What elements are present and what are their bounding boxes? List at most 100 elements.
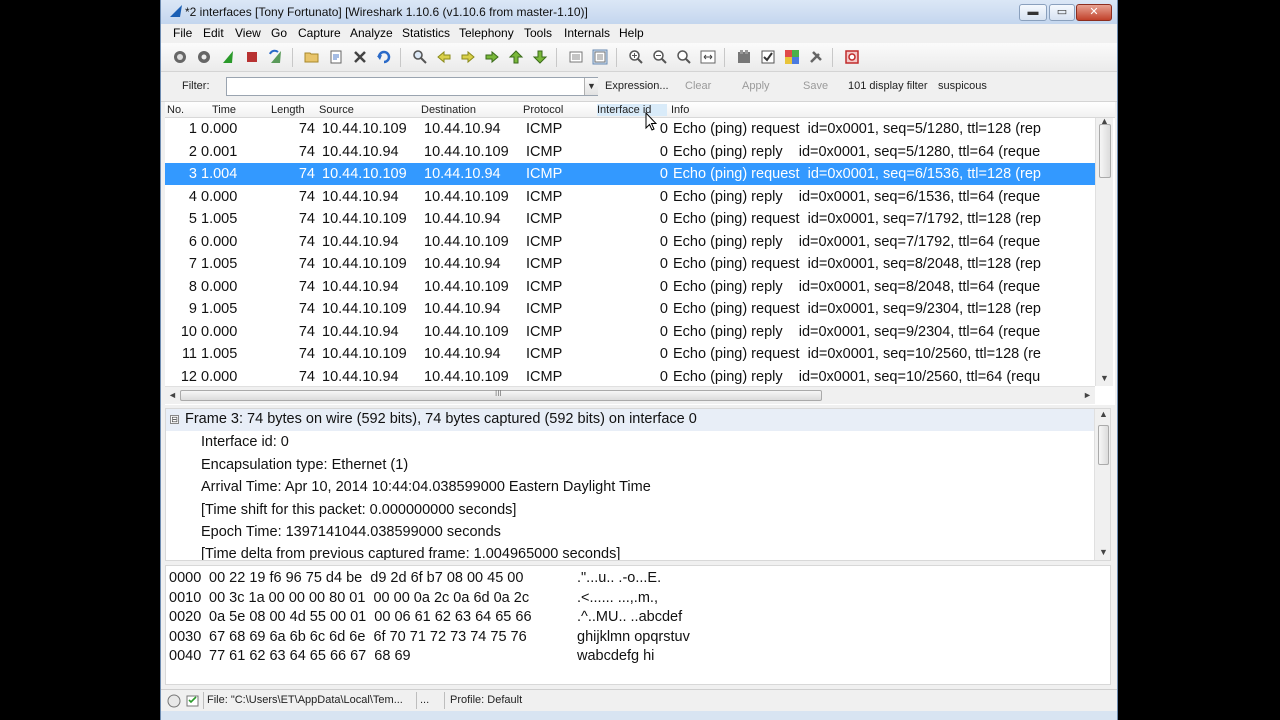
packet-list-horizontal-scrollbar[interactable]: ◄ III ► xyxy=(165,386,1095,404)
scroll-left-icon[interactable]: ◄ xyxy=(168,390,177,400)
packet-row[interactable]: 2 0.001 74 10.44.10.94 10.44.10.109 ICMP 0 Echo… xyxy=(165,141,1095,163)
menu-statistics[interactable]: Statistics xyxy=(402,26,450,40)
detail-line[interactable]: Interface id: 0 xyxy=(201,434,289,450)
column-header-protocol[interactable]: Protocol xyxy=(523,104,563,116)
zoom-in-icon[interactable] xyxy=(628,49,644,65)
expert-info-icon[interactable] xyxy=(167,694,181,708)
close-button[interactable]: ✕ xyxy=(1076,4,1112,21)
menu-analyze[interactable]: Analyze xyxy=(350,26,393,40)
column-header-info[interactable]: Info xyxy=(671,104,689,116)
detail-line[interactable]: Epoch Time: 1397141044.038599000 seconds xyxy=(201,524,501,540)
packet-row[interactable]: 6 0.000 74 10.44.10.94 10.44.10.109 ICMP 0 Echo… xyxy=(165,231,1095,253)
cell-no: 6 xyxy=(188,233,197,250)
detail-line[interactable]: Arrival Time: Apr 10, 2014 10:44:04.0385… xyxy=(201,479,651,495)
close-file-icon[interactable] xyxy=(352,49,368,65)
stop-capture-icon[interactable] xyxy=(244,49,260,65)
packet-row[interactable]: 12 0.000 74 10.44.10.94 10.44.10.109 ICMP 0 Ech… xyxy=(165,366,1095,388)
last-packet-icon[interactable] xyxy=(532,49,548,65)
detail-line[interactable]: [Time delta from previous captured frame… xyxy=(201,546,620,560)
packet-row[interactable]: 11 1.005 74 10.44.10.109 10.44.10.94 ICMP 0 Ech… xyxy=(165,343,1095,365)
hex-row[interactable]: 0000 00 22 19 f6 96 75 d4 be d9 2d 6f b7 … xyxy=(169,570,1099,589)
packet-row[interactable]: 10 0.000 74 10.44.10.94 10.44.10.109 ICMP 0 Ech… xyxy=(165,321,1095,343)
zoom-out-icon[interactable] xyxy=(652,49,668,65)
chevron-down-icon: ▼ xyxy=(587,81,596,91)
packet-row[interactable]: 3 1.004 74 10.44.10.109 10.44.10.94 ICMP 0 Echo… xyxy=(165,163,1095,185)
filter-button-suspicious[interactable]: suspicous xyxy=(938,80,987,92)
interfaces-icon[interactable] xyxy=(172,49,188,65)
menu-internals[interactable]: Internals xyxy=(564,26,610,40)
go-forward-icon[interactable] xyxy=(460,49,476,65)
capture-filters-icon[interactable] xyxy=(736,49,752,65)
column-header-no[interactable]: No. xyxy=(167,104,184,116)
menu-edit[interactable]: Edit xyxy=(203,26,224,40)
hex-row[interactable]: 0030 67 68 69 6a 6b 6c 6d 6e 6f 70 71 72 … xyxy=(169,629,1099,648)
restart-capture-icon[interactable] xyxy=(268,49,284,65)
first-packet-icon[interactable] xyxy=(508,49,524,65)
scroll-up-icon[interactable]: ▲ xyxy=(1099,409,1108,419)
normal-size-icon[interactable] xyxy=(676,49,692,65)
minimize-button[interactable]: ▬ xyxy=(1019,4,1047,21)
profile-indicator[interactable]: Profile: Default xyxy=(450,694,522,706)
scroll-down-icon[interactable]: ▼ xyxy=(1100,373,1109,383)
packet-row[interactable]: 9 1.005 74 10.44.10.109 10.44.10.94 ICMP 0 Echo… xyxy=(165,298,1095,320)
cell-no: 4 xyxy=(188,188,197,205)
menu-capture[interactable]: Capture xyxy=(298,26,341,40)
menu-file[interactable]: File xyxy=(173,26,192,40)
display-filter-input[interactable] xyxy=(226,77,598,96)
display-filters-icon[interactable] xyxy=(760,49,776,65)
detail-line[interactable]: [Time shift for this packet: 0.000000000… xyxy=(201,502,516,518)
packet-row[interactable]: 1 0.000 74 10.44.10.109 10.44.10.94 ICMP 0 Echo… xyxy=(165,118,1095,140)
hex-row[interactable]: 0010 00 3c 1a 00 00 00 80 01 00 00 0a 2c … xyxy=(169,590,1099,609)
menu-tools[interactable]: Tools xyxy=(524,26,552,40)
column-header-time[interactable]: Time xyxy=(212,104,236,116)
expression-button[interactable]: Expression... xyxy=(605,80,669,92)
options-icon[interactable] xyxy=(196,49,212,65)
details-vertical-scrollbar[interactable]: ▲ ▼ xyxy=(1094,409,1110,560)
packet-list-vertical-scrollbar[interactable]: ▲ ▼ xyxy=(1095,116,1113,386)
coloring-rules-icon[interactable] xyxy=(784,49,800,65)
open-file-icon[interactable] xyxy=(304,49,320,65)
menu-help[interactable]: Help xyxy=(619,26,644,40)
save-filter-button[interactable]: Save xyxy=(803,80,828,92)
go-back-icon[interactable] xyxy=(436,49,452,65)
cell-length: 74 xyxy=(298,211,315,227)
capture-comment-icon[interactable] xyxy=(185,693,200,708)
scroll-down-icon[interactable]: ▼ xyxy=(1099,547,1108,557)
go-to-packet-icon[interactable] xyxy=(484,49,500,65)
cell-info: Echo (ping) request id=0x0001, seq=9/230… xyxy=(673,301,1041,317)
column-header-destination[interactable]: Destination xyxy=(421,104,476,116)
preferences-icon[interactable] xyxy=(808,49,824,65)
packet-row[interactable]: 8 0.000 74 10.44.10.94 10.44.10.109 ICMP 0 Echo… xyxy=(165,276,1095,298)
column-header-length[interactable]: Length xyxy=(271,104,305,116)
hex-row[interactable]: 0020 0a 5e 08 00 4d 55 00 01 00 06 61 62 … xyxy=(169,609,1099,628)
packet-row[interactable]: 4 0.000 74 10.44.10.94 10.44.10.109 ICMP 0 Echo… xyxy=(165,186,1095,208)
detail-line[interactable]: Encapsulation type: Ethernet (1) xyxy=(201,457,408,473)
start-capture-icon[interactable] xyxy=(220,49,236,65)
packet-row[interactable]: 7 1.005 74 10.44.10.109 10.44.10.94 ICMP 0 Echo… xyxy=(165,253,1095,275)
help-icon[interactable] xyxy=(844,49,860,65)
frame-tree-item[interactable]: ⊟ Frame 3: 74 bytes on wire (592 bits), … xyxy=(166,409,1094,431)
packet-row[interactable]: 5 1.005 74 10.44.10.109 10.44.10.94 ICMP 0 Echo… xyxy=(165,208,1095,230)
scroll-right-icon[interactable]: ► xyxy=(1083,390,1092,400)
colorize-icon[interactable] xyxy=(568,49,584,65)
clear-button[interactable]: Clear xyxy=(685,80,711,92)
filter-button-101-display-filter[interactable]: 101 display filter xyxy=(848,80,928,92)
scroll-thumb[interactable]: III xyxy=(180,389,822,401)
column-header-source[interactable]: Source xyxy=(319,104,354,116)
menu-view[interactable]: View xyxy=(235,26,261,40)
auto-scroll-icon[interactable] xyxy=(592,49,608,65)
scroll-thumb[interactable] xyxy=(1098,425,1109,465)
maximize-button[interactable]: ▭ xyxy=(1049,4,1075,21)
apply-button[interactable]: Apply xyxy=(742,80,770,92)
reload-icon[interactable] xyxy=(376,49,392,65)
cell-info: Echo (ping) reply id=0x0001, seq=8/2048,… xyxy=(673,278,1041,295)
menu-telephony[interactable]: Telephony xyxy=(459,26,514,40)
find-packet-icon[interactable] xyxy=(412,49,428,65)
save-file-icon[interactable] xyxy=(328,49,344,65)
filter-dropdown-button[interactable]: ▼ xyxy=(584,78,598,95)
hex-row[interactable]: 0040 77 61 62 63 64 65 66 67 68 69 wabcdef… xyxy=(169,648,1099,667)
resize-columns-icon[interactable] xyxy=(700,49,716,65)
scroll-thumb[interactable] xyxy=(1099,124,1111,178)
collapse-icon[interactable]: ⊟ xyxy=(170,415,179,424)
menu-go[interactable]: Go xyxy=(271,26,287,40)
